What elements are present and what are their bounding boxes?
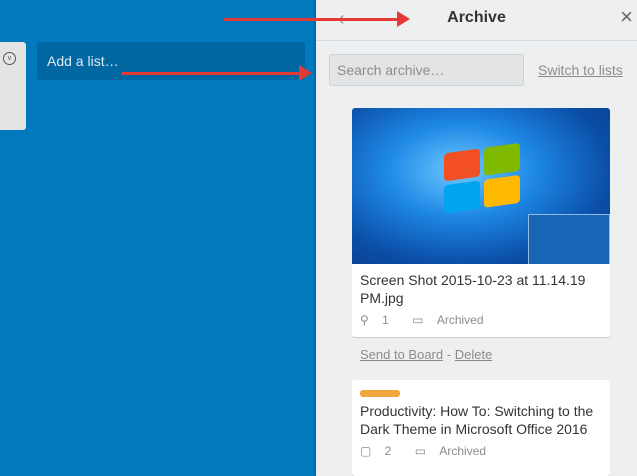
archive-icon: ▭ xyxy=(412,313,427,327)
attachment-badge: ⚲ 1 xyxy=(360,313,389,327)
paperclip-icon: ⚲ xyxy=(360,313,373,327)
card-title: Screen Shot 2015-10-23 at 11.14.19 PM.jp… xyxy=(360,272,586,306)
archived-badge: ▭ Archived xyxy=(414,444,487,458)
card-badges: ⚲ 1 ▭ Archived xyxy=(360,313,504,327)
actions-separator: - xyxy=(446,347,452,362)
card-title: Productivity: How To: Switching to the D… xyxy=(360,403,594,437)
close-icon[interactable]: × xyxy=(620,6,633,28)
archived-card[interactable]: Screen Shot 2015-10-23 at 11.14.19 PM.jp… xyxy=(352,108,610,337)
send-to-board-link[interactable]: Send to Board xyxy=(360,347,443,362)
card-badges: ▢ 2 ▭ Archived xyxy=(360,444,506,458)
annotation-arrow xyxy=(224,11,410,27)
dialog-thumbnail xyxy=(528,214,610,264)
card-actions: Send to Board - Delete xyxy=(360,347,492,362)
windows-logo-icon xyxy=(444,142,522,216)
card-cover-image xyxy=(352,108,610,264)
delete-link[interactable]: Delete xyxy=(455,347,493,362)
archive-panel: ‹ Archive × Switch to lists Screen Shot … xyxy=(316,0,637,476)
comment-icon: ▢ xyxy=(360,444,375,458)
archived-card[interactable]: Productivity: How To: Switching to the D… xyxy=(352,380,610,476)
search-input[interactable] xyxy=(329,54,524,86)
card-label xyxy=(360,390,400,397)
archived-badge: ▭ Archived xyxy=(412,313,484,327)
switch-to-lists-link[interactable]: Switch to lists xyxy=(538,62,623,78)
chevron-down-icon[interactable]: v xyxy=(3,52,16,65)
archive-icon: ▭ xyxy=(414,444,430,458)
comment-badge: ▢ 2 xyxy=(360,444,392,458)
list-stub[interactable]: v xyxy=(0,42,26,130)
annotation-arrow xyxy=(122,65,312,81)
